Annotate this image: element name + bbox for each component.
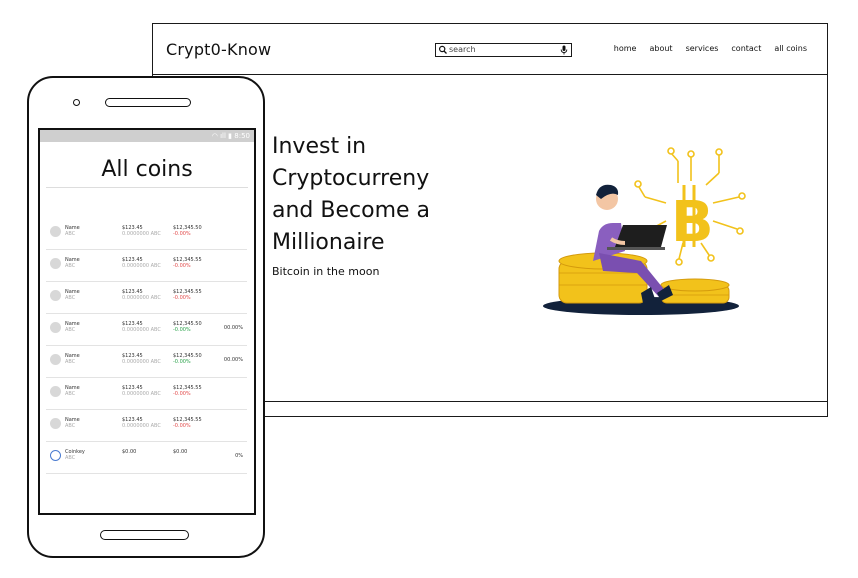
- divider: [46, 187, 248, 188]
- coin-price-sub: 0.0000000 ABC: [122, 295, 161, 301]
- coin-row[interactable]: Name ABC $123.45 0.0000000 ABC $12,345.55-…: [46, 250, 247, 282]
- coin-volume: 00.00%: [223, 357, 243, 363]
- search-input[interactable]: search: [449, 44, 476, 56]
- phone-home-button[interactable]: [100, 530, 189, 540]
- coin-row[interactable]: Name ABC $123.45 0.0000000 ABC $12,345.55-…: [46, 282, 247, 314]
- coin-row[interactable]: Name ABC $123.45 0.0000000 ABC $12,345.55-…: [46, 410, 247, 442]
- coin-volume: 0%: [235, 453, 243, 459]
- crypto-investor-illustration: B: [543, 147, 746, 315]
- coin-price-sub: 0.0000000 ABC: [122, 423, 161, 429]
- status-time: 8:50: [234, 132, 250, 140]
- coin-price-sub: 0.0000000 ABC: [122, 391, 161, 397]
- coin-price-sub: 0.0000000 ABC: [122, 263, 161, 269]
- microphone-icon[interactable]: [560, 45, 568, 55]
- phone-frame: ◠ ıll ▮ 8:50 All coins Name ABC $123.45 0.…: [27, 76, 265, 558]
- coin-symbol: ABC: [65, 231, 76, 237]
- coin-change: -0.00%: [173, 263, 191, 269]
- coin-change: -0.00%: [173, 295, 191, 301]
- coin-icon: [50, 226, 61, 237]
- coin-volume: 00.00%: [223, 325, 243, 331]
- navbar: Crypt0-Know search home about services c…: [153, 24, 827, 75]
- coinkey-icon: [50, 450, 61, 461]
- coin-row[interactable]: Name ABC $123.45 0.0000000 ABC $12,345.50-…: [46, 314, 247, 346]
- coin-icon: [50, 418, 61, 429]
- search-icon: [438, 45, 447, 54]
- coin-icon: [50, 322, 61, 333]
- phone-speaker: [105, 98, 191, 107]
- coin-symbol: ABC: [65, 327, 76, 333]
- coin-market-cap: $0.00: [173, 449, 188, 455]
- coin-price-sub: 0.0000000 ABC: [122, 359, 161, 365]
- signal-icon: ıll: [220, 132, 226, 140]
- coin-symbol: ABC: [65, 295, 76, 301]
- coin-symbol: ABC: [65, 455, 76, 461]
- coin-icon: [50, 354, 61, 365]
- coin-symbol: ABC: [65, 263, 76, 269]
- coin-change: -0.00%: [173, 423, 191, 429]
- wifi-icon: ◠: [211, 132, 218, 140]
- nav-home[interactable]: home: [614, 44, 637, 53]
- coin-symbol: ABC: [65, 359, 76, 365]
- phone-camera: [73, 99, 80, 106]
- coin-icon: [50, 290, 61, 301]
- status-bar: ◠ ıll ▮ 8:50: [40, 130, 254, 142]
- nav-about[interactable]: about: [649, 44, 672, 53]
- coin-symbol: ABC: [65, 391, 76, 397]
- nav-contact[interactable]: contact: [731, 44, 761, 53]
- coin-symbol: ABC: [65, 423, 76, 429]
- brand-logo[interactable]: Crypt0-Know: [166, 40, 271, 59]
- nav-services[interactable]: services: [686, 44, 719, 53]
- coin-change: -0.00%: [173, 359, 191, 365]
- coin-icon: [50, 386, 61, 397]
- coin-row[interactable]: Name ABC $123.45 0.0000000 ABC $12,345.55-…: [46, 378, 247, 410]
- search-bar[interactable]: search: [435, 43, 572, 57]
- hero-title: Invest in Cryptocurreny and Become a Mil…: [272, 134, 431, 255]
- coin-row[interactable]: Coinkey ABC $0.00 $0.00 0%: [46, 442, 247, 474]
- coin-row[interactable]: Name ABC $123.45 0.0000000 ABC $12,345.50-…: [46, 346, 247, 378]
- coin-change: -0.00%: [173, 231, 191, 237]
- battery-icon: ▮: [228, 132, 233, 140]
- coin-list: Name ABC $123.45 0.0000000 ABC $12,345.50-…: [46, 218, 247, 474]
- svg-text:B: B: [671, 190, 714, 255]
- coin-price-sub: 0.0000000 ABC: [122, 327, 161, 333]
- coin-price-sub: 0.0000000 ABC: [122, 231, 161, 237]
- nav-all-coins[interactable]: all coins: [774, 44, 807, 53]
- phone-screen: ◠ ıll ▮ 8:50 All coins Name ABC $123.45 0.…: [38, 128, 256, 515]
- coin-row[interactable]: Name ABC $123.45 0.0000000 ABC $12,345.50-…: [46, 218, 247, 250]
- coin-change: -0.00%: [173, 327, 191, 333]
- hero-subtitle: Bitcoin in the moon: [272, 265, 380, 278]
- page-title: All coins: [101, 157, 193, 182]
- coin-change: -0.00%: [173, 391, 191, 397]
- coin-price: $0.00: [122, 449, 137, 455]
- coin-icon: [50, 258, 61, 269]
- nav-links: home about services contact all coins: [614, 44, 807, 53]
